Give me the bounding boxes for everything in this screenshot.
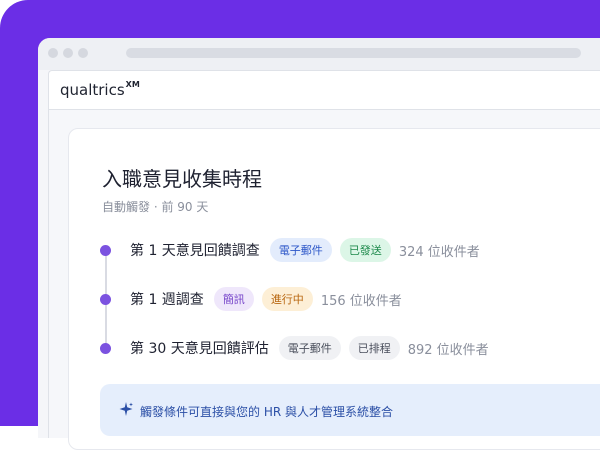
window-maximize-dot[interactable] xyxy=(78,48,88,58)
integration-banner: 觸發條件可直接與您的 HR 與人才管理系統整合 xyxy=(100,384,600,436)
channel-tag: 電子郵件 xyxy=(269,238,332,262)
logo-text: qualtrics xyxy=(60,81,125,99)
banner-text: 觸發條件可直接與您的 HR 與人才管理系統整合 xyxy=(140,405,393,419)
recipient-count: 892 位收件者 xyxy=(407,342,489,358)
sparkle-icon xyxy=(119,402,133,416)
recipient-count: 156 位收件者 xyxy=(320,293,402,309)
status-badge: 進行中 xyxy=(261,287,313,311)
card-title: 入職意見收集時程 xyxy=(102,167,262,191)
timeline-bullet xyxy=(100,342,111,354)
card-subtitle: 自動觸發 · 前 90 天 xyxy=(102,200,209,214)
window-close-dot[interactable] xyxy=(48,48,58,58)
timeline-step[interactable]: 第 30 天意見回饋評估 電子郵件 已排程 892 位收件者 xyxy=(100,336,489,360)
qualtrics-logo[interactable]: qualtricsXM xyxy=(60,80,140,99)
status-badge: 已排程 xyxy=(348,336,400,360)
window-minimize-dot[interactable] xyxy=(63,48,73,58)
channel-tag: 簡訊 xyxy=(213,287,254,311)
browser-titlebar xyxy=(38,38,600,70)
step-label: 第 30 天意見回饋評估 xyxy=(130,341,269,357)
recipient-count: 324 位收件者 xyxy=(398,244,480,260)
timeline-bullet xyxy=(100,293,111,305)
app-header: qualtricsXM xyxy=(48,70,600,110)
step-label: 第 1 天意見回饋調查 xyxy=(130,243,260,259)
step-label: 第 1 週調查 xyxy=(130,292,204,308)
logo-mark: XM xyxy=(125,80,140,89)
timeline-step[interactable]: 第 1 週調查 簡訊 進行中 156 位收件者 xyxy=(100,287,402,311)
timeline-step[interactable]: 第 1 天意見回饋調查 電子郵件 已發送 324 位收件者 xyxy=(100,238,480,262)
address-bar[interactable] xyxy=(126,48,581,58)
status-badge: 已發送 xyxy=(339,238,391,262)
channel-tag: 電子郵件 xyxy=(278,336,341,360)
timeline-bullet xyxy=(100,244,111,256)
